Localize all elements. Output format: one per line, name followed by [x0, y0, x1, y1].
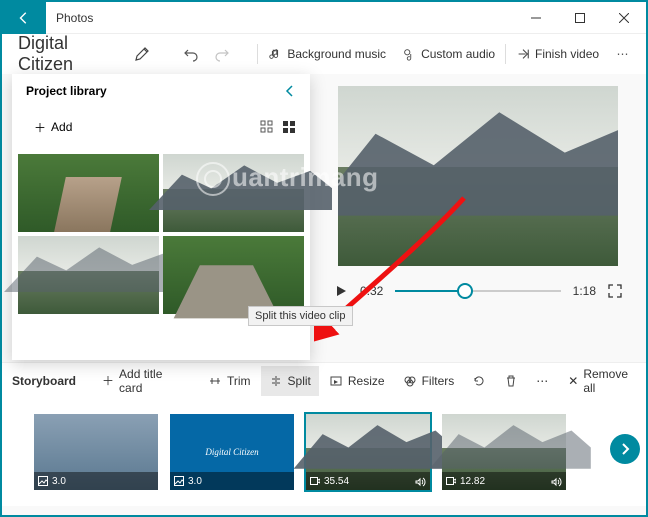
resize-icon — [329, 374, 343, 388]
volume-icon[interactable] — [414, 476, 426, 488]
current-time: 0:32 — [360, 284, 383, 298]
clip-duration: 3.0 — [52, 476, 66, 487]
add-media-button[interactable]: ＋ Add — [26, 112, 80, 142]
storyboard-toolbar: Storyboard ＋ Add title card Trim Split R… — [2, 362, 646, 398]
add-title-card-button[interactable]: ＋ Add title card — [94, 366, 179, 396]
video-preview[interactable] — [338, 86, 618, 266]
preview-column: 0:32 1:18 — [310, 74, 646, 360]
remove-all-button[interactable]: ✕ Remove all — [560, 366, 636, 396]
add-title-card-label: Add title card — [119, 367, 171, 395]
maximize-button[interactable] — [558, 2, 602, 34]
image-icon — [174, 476, 184, 486]
volume-icon[interactable] — [550, 476, 562, 488]
undo-button[interactable] — [175, 37, 206, 71]
trim-button[interactable]: Trim — [200, 366, 259, 396]
delete-clip-button[interactable] — [496, 366, 526, 396]
split-label: Split — [288, 374, 311, 388]
back-button[interactable] — [2, 2, 46, 34]
resize-label: Resize — [348, 374, 385, 388]
redo-button[interactable] — [206, 37, 237, 71]
finish-video-button[interactable]: Finish video — [508, 37, 607, 71]
fullscreen-button[interactable] — [608, 284, 622, 298]
collapse-library-icon[interactable] — [284, 85, 296, 97]
library-thumb[interactable]: ▶ — [163, 236, 304, 314]
project-library-heading: Project library — [26, 84, 107, 98]
more-clip-button[interactable]: ⋯ — [528, 366, 556, 396]
total-time: 1:18 — [573, 284, 596, 298]
filters-button[interactable]: Filters — [395, 366, 463, 396]
remove-all-label: Remove all — [583, 367, 628, 395]
video-icon — [310, 476, 320, 486]
add-media-label: Add — [51, 120, 72, 134]
background-music-button[interactable]: Background music — [260, 37, 394, 71]
split-tooltip: Split this video clip — [248, 306, 353, 326]
custom-audio-label: Custom audio — [421, 47, 495, 61]
close-button[interactable] — [602, 2, 646, 34]
seek-slider[interactable] — [395, 290, 560, 292]
rotate-icon — [472, 374, 486, 388]
scroll-right-button[interactable] — [610, 434, 640, 464]
play-button[interactable] — [334, 284, 348, 298]
trim-icon — [208, 374, 222, 388]
storyboard-strip: 3.0 Digital Citizen 3.0 35.54 12.82 — [2, 398, 646, 506]
project-title: Digital Citizen — [10, 33, 126, 75]
minimize-button[interactable] — [514, 2, 558, 34]
storyboard-clip[interactable]: Digital Citizen 3.0 — [170, 414, 294, 490]
plus-icon: ＋ — [34, 119, 46, 136]
storyboard-clip[interactable]: 3.0 — [34, 414, 158, 490]
library-thumb[interactable]: ▶ — [18, 236, 159, 314]
title-bar: Photos — [2, 2, 646, 34]
grid-small-icon[interactable] — [260, 120, 274, 134]
trash-icon — [504, 374, 518, 388]
clip-duration: 12.82 — [460, 476, 485, 487]
storyboard-title: Storyboard — [12, 374, 92, 388]
library-thumb[interactable]: ▶ — [163, 154, 304, 232]
player-controls: 0:32 1:18 — [328, 266, 628, 298]
clip-duration: 35.54 — [324, 476, 349, 487]
image-icon — [38, 476, 48, 486]
library-grid: ▶ ▶ ▶ ▶ — [12, 150, 310, 326]
filters-label: Filters — [422, 374, 455, 388]
plus-icon: ＋ — [102, 372, 114, 389]
library-thumb[interactable]: ▶ — [18, 154, 159, 232]
grid-large-icon[interactable] — [282, 120, 296, 134]
storyboard-clip-selected[interactable]: 35.54 — [306, 414, 430, 490]
app-title: Photos — [46, 11, 514, 25]
trim-label: Trim — [227, 374, 251, 388]
filters-icon — [403, 374, 417, 388]
clip-duration: 3.0 — [188, 476, 202, 487]
more-button[interactable]: ⋯ — [607, 37, 638, 71]
video-icon — [446, 476, 456, 486]
storyboard-clip[interactable]: 12.82 — [442, 414, 566, 490]
custom-audio-button[interactable]: Custom audio — [394, 37, 503, 71]
background-music-label: Background music — [287, 47, 386, 61]
close-icon: ✕ — [568, 374, 578, 388]
edit-title-icon[interactable] — [126, 37, 157, 71]
resize-button[interactable]: Resize — [321, 366, 393, 396]
rotate-button[interactable] — [464, 366, 494, 396]
split-button[interactable]: Split — [261, 366, 319, 396]
split-icon — [269, 374, 283, 388]
project-toolbar: Digital Citizen Background music Custom … — [2, 34, 646, 74]
finish-video-label: Finish video — [535, 47, 599, 61]
